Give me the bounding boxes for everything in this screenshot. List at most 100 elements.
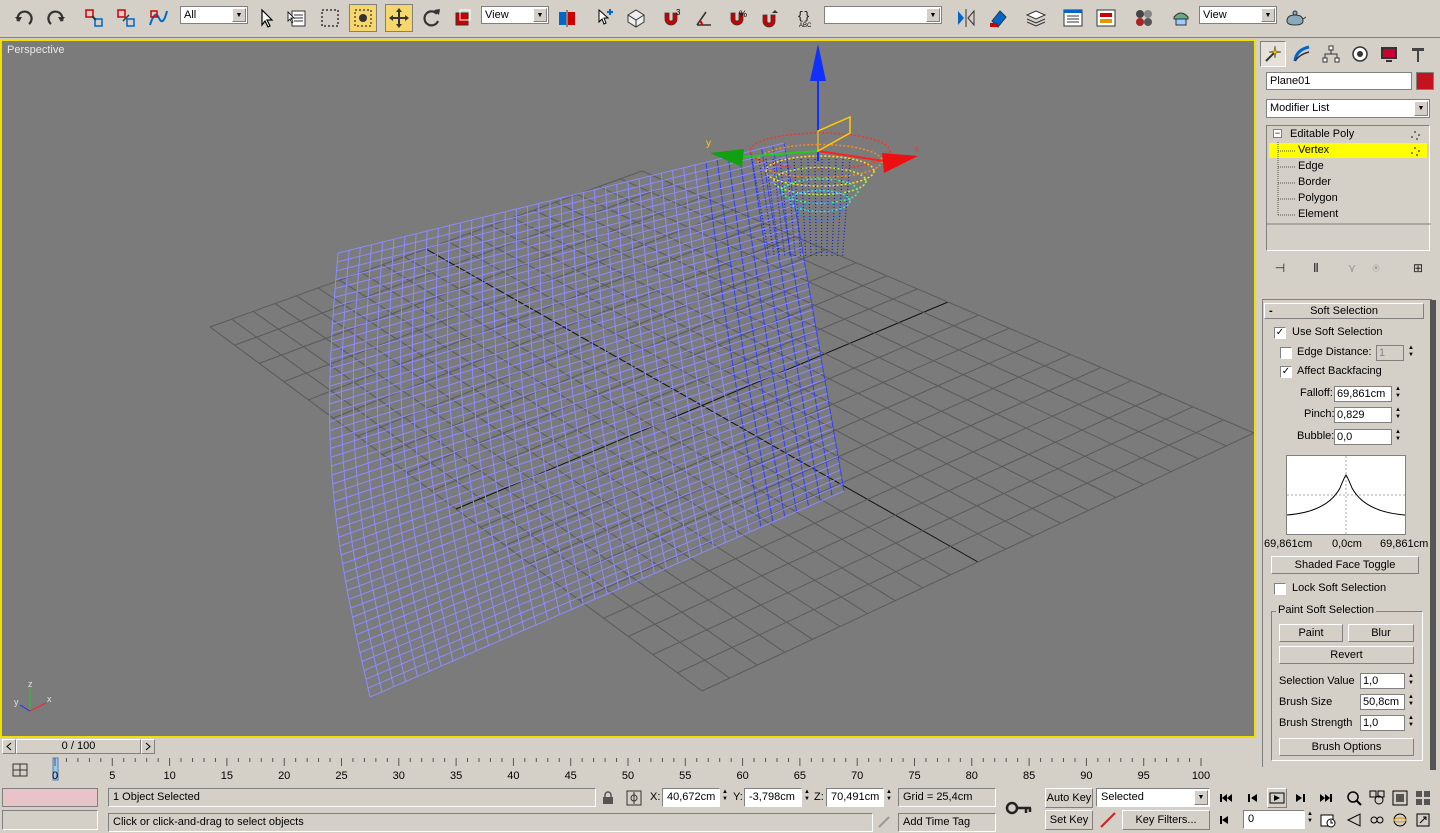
bind-to-space-warp-icon[interactable] bbox=[144, 4, 172, 32]
track-bar[interactable]: 0 5 10 15 20 25 30 35 40 45 50 55 60 65 70 75 80 85 90 95 10… bbox=[0, 756, 1256, 784]
gizmo-z-arrow-icon[interactable] bbox=[810, 44, 826, 81]
soft-selection-rollout-header[interactable]: - Soft Selection bbox=[1264, 303, 1424, 319]
schematic-view-icon[interactable] bbox=[1092, 4, 1120, 32]
select-object-icon[interactable] bbox=[252, 4, 280, 32]
go-to-end-icon[interactable] bbox=[1316, 788, 1336, 808]
selection-filter-dropdown[interactable]: All ▼ bbox=[180, 6, 248, 24]
blur-button[interactable]: Blur bbox=[1348, 624, 1414, 642]
brush-size-spinner[interactable]: 50,8cm bbox=[1360, 694, 1405, 710]
play-animation-icon[interactable] bbox=[1267, 788, 1287, 808]
spinner-arrows-icon[interactable]: ▲ ▼ bbox=[884, 789, 894, 805]
time-slider-next-icon[interactable] bbox=[141, 739, 155, 754]
lock-selection-icon[interactable] bbox=[598, 788, 618, 808]
modifier-list-dropdown[interactable]: Modifier List ▼ bbox=[1266, 99, 1430, 118]
render-scene-icon[interactable] bbox=[1167, 4, 1195, 32]
show-end-result-icon[interactable]: Ⅱ bbox=[1306, 258, 1326, 278]
spinner-arrows-icon[interactable]: ▲ ▼ bbox=[1393, 407, 1403, 423]
scrollbar-thumb[interactable] bbox=[1430, 300, 1436, 770]
viewport-label[interactable]: Perspective bbox=[7, 44, 64, 56]
redo-icon[interactable] bbox=[42, 4, 70, 32]
display-tab-icon[interactable] bbox=[1376, 41, 1402, 67]
go-to-start-icon[interactable] bbox=[1216, 788, 1236, 808]
maximize-viewport-toggle-icon[interactable] bbox=[1413, 810, 1433, 830]
spinner-arrows-icon[interactable]: ▲ ▼ bbox=[1393, 386, 1403, 402]
pinch-spinner[interactable]: 0,829 bbox=[1334, 407, 1392, 423]
layer-manager-icon[interactable] bbox=[1022, 4, 1050, 32]
time-tag-icon[interactable] bbox=[874, 812, 894, 832]
set-key-button[interactable]: Set Key bbox=[1045, 810, 1093, 830]
key-mode-toggle-icon[interactable] bbox=[1216, 810, 1236, 830]
configure-modifier-sets-icon[interactable]: ⊞ bbox=[1408, 258, 1428, 278]
zoom-icon[interactable] bbox=[1344, 788, 1364, 808]
zoom-extents-icon[interactable] bbox=[1390, 788, 1410, 808]
select-and-manipulate-icon[interactable] bbox=[590, 4, 618, 32]
undo-icon[interactable] bbox=[10, 4, 38, 32]
default-in-out-tangents-icon[interactable] bbox=[1098, 810, 1118, 830]
add-time-tag-field[interactable]: Add Time Tag bbox=[898, 813, 996, 832]
spinner-arrows-icon[interactable]: ▲ ▼ bbox=[1393, 429, 1403, 445]
spinner-arrows-icon[interactable]: ▲ ▼ bbox=[1406, 694, 1416, 710]
curve-editor-icon[interactable] bbox=[1059, 4, 1087, 32]
spinner-arrows-icon[interactable]: ▲ ▼ bbox=[802, 789, 812, 805]
maxscript-listener-mini[interactable] bbox=[2, 788, 98, 807]
revert-button[interactable]: Revert bbox=[1279, 646, 1414, 664]
gizmo-x-axis[interactable] bbox=[817, 150, 885, 162]
use-pivot-point-center-icon[interactable] bbox=[553, 4, 581, 32]
spinner-arrows-icon[interactable]: ▲ ▼ bbox=[1305, 811, 1315, 827]
align-icon[interactable] bbox=[985, 4, 1013, 32]
select-and-scale-icon[interactable] bbox=[449, 4, 477, 32]
spinner-arrows-icon[interactable]: ▲ ▼ bbox=[1406, 345, 1416, 361]
zoom-extents-all-icon[interactable] bbox=[1413, 788, 1433, 808]
modify-tab-icon[interactable] bbox=[1289, 41, 1315, 67]
previous-frame-icon[interactable] bbox=[1243, 788, 1263, 808]
next-frame-icon[interactable] bbox=[1290, 788, 1310, 808]
paint-button[interactable]: Paint bbox=[1279, 624, 1343, 642]
reference-coordinate-system-dropdown[interactable]: View ▼ bbox=[481, 6, 549, 24]
angle-snap-toggle-icon[interactable] bbox=[690, 4, 718, 32]
lock-soft-selection-checkbox[interactable] bbox=[1274, 583, 1286, 595]
arc-rotate-icon[interactable] bbox=[1390, 810, 1410, 830]
hierarchy-tab-icon[interactable] bbox=[1318, 41, 1344, 67]
time-configuration-icon[interactable] bbox=[1318, 810, 1338, 830]
object-name-field[interactable]: Plane01 bbox=[1266, 72, 1412, 90]
percent-snap-toggle-icon[interactable]: % bbox=[724, 4, 752, 32]
keyboard-shortcut-override-icon[interactable] bbox=[622, 4, 650, 32]
gizmo-y-axis[interactable] bbox=[741, 150, 819, 158]
mirror-icon[interactable] bbox=[952, 4, 980, 32]
select-and-link-icon[interactable] bbox=[80, 4, 108, 32]
command-panel-scrollbar[interactable] bbox=[1430, 300, 1436, 770]
select-and-move-icon[interactable] bbox=[385, 4, 413, 32]
zoom-all-icon[interactable] bbox=[1367, 788, 1387, 808]
select-by-name-icon[interactable] bbox=[283, 4, 311, 32]
make-unique-icon[interactable]: ⋎ bbox=[1342, 258, 1362, 278]
pin-stack-icon[interactable]: ⊣ bbox=[1270, 258, 1290, 278]
move-gizmo[interactable]: x y bbox=[706, 44, 919, 173]
brush-options-button[interactable]: Brush Options bbox=[1279, 738, 1414, 756]
remove-modifier-icon[interactable]: ⍟ bbox=[1366, 258, 1386, 278]
key-filters-button[interactable]: Key Filters... bbox=[1122, 810, 1210, 830]
time-slider-thumb[interactable]: 0 / 100 bbox=[16, 739, 141, 754]
snaps-toggle-icon[interactable]: 3 bbox=[658, 4, 686, 32]
edge-distance-checkbox[interactable] bbox=[1280, 347, 1292, 359]
selection-value-spinner[interactable]: 1,0 bbox=[1360, 673, 1405, 689]
y-coordinate-field[interactable]: -3,798cm bbox=[744, 788, 802, 807]
utilities-tab-icon[interactable] bbox=[1405, 41, 1431, 67]
perspective-viewport[interactable]: x y z x y Perspective bbox=[0, 39, 1256, 738]
pan-view-icon[interactable] bbox=[1367, 810, 1387, 830]
falloff-spinner[interactable]: 69,861cm bbox=[1334, 386, 1392, 402]
gizmo-x-arrow-icon[interactable] bbox=[882, 153, 918, 173]
absolute-mode-transform-icon[interactable] bbox=[624, 788, 644, 808]
auto-key-button[interactable]: Auto Key bbox=[1045, 788, 1093, 808]
quick-render-icon[interactable] bbox=[1281, 4, 1309, 32]
material-editor-icon[interactable] bbox=[1130, 4, 1158, 32]
z-coordinate-field[interactable]: 70,491cm bbox=[826, 788, 884, 807]
edit-named-selection-icon[interactable]: {} ABC bbox=[792, 4, 820, 32]
key-mode-dropdown[interactable]: Selected ▼ bbox=[1096, 788, 1210, 807]
named-selection-sets-dropdown[interactable]: ▼ bbox=[824, 6, 942, 24]
field-of-view-icon[interactable] bbox=[1344, 810, 1364, 830]
object-color-swatch[interactable] bbox=[1416, 72, 1434, 90]
shaded-face-toggle-button[interactable]: Shaded Face Toggle bbox=[1271, 556, 1419, 574]
current-frame-field[interactable]: 0 bbox=[1243, 810, 1305, 829]
rectangular-selection-region-icon[interactable] bbox=[316, 4, 344, 32]
use-soft-selection-checkbox[interactable]: ✓ bbox=[1274, 327, 1286, 339]
